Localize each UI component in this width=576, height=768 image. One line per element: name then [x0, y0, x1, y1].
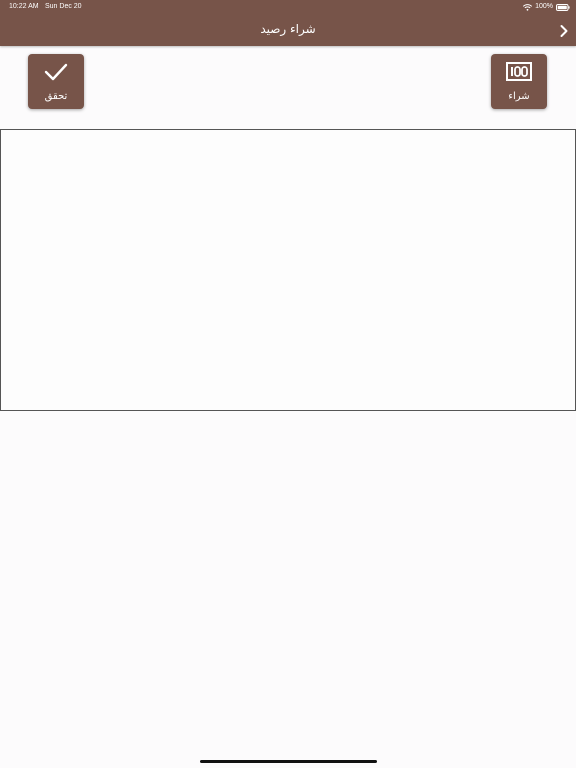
page-title: شراء رصيد [260, 22, 316, 36]
verify-button[interactable]: تحقق [28, 54, 84, 109]
verify-button-label: تحقق [44, 91, 68, 102]
buy-button-label: شراء [508, 91, 530, 102]
battery-icon [556, 3, 570, 11]
content-panel [0, 129, 576, 411]
status-indicators: 100% [523, 2, 570, 12]
buy-button[interactable]: شراء [491, 54, 547, 109]
screen: 10:22 AM Sun Dec 20 100% شراء رصيد تحقق … [0, 0, 576, 768]
status-date: Sun Dec 20 [45, 3, 82, 10]
card-100-icon [491, 62, 547, 82]
battery-percentage: 100% [535, 3, 553, 10]
home-indicator[interactable] [200, 760, 377, 763]
checkmark-icon [28, 62, 84, 82]
wifi-icon [523, 3, 533, 11]
status-time: 10:22 AM [9, 3, 39, 10]
top-bar: 10:22 AM Sun Dec 20 100% شراء رصيد [0, 0, 576, 46]
chevron-right-icon[interactable] [558, 23, 570, 37]
